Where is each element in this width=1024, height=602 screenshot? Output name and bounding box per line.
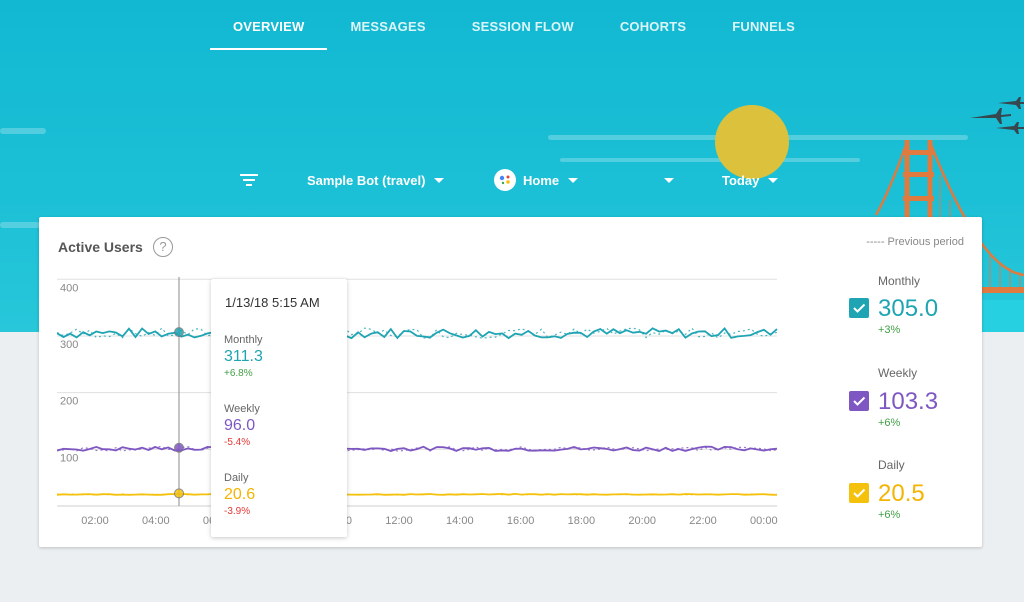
active-users-chart[interactable]: 40030020010002:0004:0006:0008:0010:0012:… — [57, 273, 781, 533]
legend-monthly-value: 305.0 — [878, 295, 939, 322]
tab-overview[interactable]: OVERVIEW — [210, 0, 328, 50]
chevron-down-icon — [664, 177, 674, 183]
date-range-selector[interactable]: Today — [722, 166, 779, 194]
chevron-down-icon — [568, 177, 579, 183]
previous-period-legend: ----- Previous period — [866, 236, 964, 248]
x-tick-label: 12:00 — [385, 515, 413, 527]
top-nav: OVERVIEW MESSAGES SESSION FLOW COHORTS F… — [210, 0, 818, 50]
y-tick-label: 100 — [60, 452, 78, 464]
tab-funnels[interactable]: FUNNELS — [709, 0, 818, 50]
platform-selector-label: Home — [523, 172, 560, 188]
tooltip-daily-change: -3.9% — [224, 506, 251, 517]
chevron-down-icon — [768, 177, 779, 183]
chart-tooltip: 1/13/18 5:15 AM Monthly 311.3 +6.8% Week… — [211, 279, 347, 537]
tooltip-weekly-label: Weekly — [224, 403, 260, 415]
x-tick-label: 18:00 — [568, 515, 596, 527]
tooltip-weekly-change: -5.4% — [224, 437, 251, 448]
legend-daily-label: Daily — [878, 458, 905, 472]
legend-weekly-label: Weekly — [878, 366, 918, 380]
filter-list-icon[interactable] — [240, 166, 258, 194]
tooltip-date: 1/13/18 5:15 AM — [225, 295, 320, 310]
platform-selector[interactable]: Home — [494, 166, 579, 194]
card-title: Active Users — [58, 239, 143, 255]
tooltip-daily-value: 20.6 — [224, 486, 256, 503]
tab-cohorts[interactable]: COHORTS — [597, 0, 709, 50]
date-range-label: Today — [722, 172, 760, 188]
y-tick-label: 400 — [60, 282, 78, 294]
x-tick-label: 00:00 — [750, 515, 778, 527]
series-line — [57, 492, 778, 496]
help-circle-icon[interactable]: ? — [153, 237, 173, 257]
x-tick-label: 04:00 — [142, 515, 170, 527]
x-tick-label: 22:00 — [689, 515, 717, 527]
tooltip-weekly-value: 96.0 — [224, 417, 256, 434]
legend-weekly-change: +6% — [878, 417, 901, 429]
google-assistant-icon — [494, 169, 516, 191]
legend-weekly-value: 103.3 — [878, 388, 939, 415]
y-tick-label: 200 — [60, 396, 78, 408]
hover-marker — [174, 442, 184, 453]
y-tick-label: 300 — [60, 339, 78, 351]
x-tick-label: 20:00 — [628, 515, 656, 527]
hover-marker — [174, 488, 184, 499]
x-tick-label: 02:00 — [81, 515, 109, 527]
tab-session-flow[interactable]: SESSION FLOW — [449, 0, 597, 50]
legend-daily-change: +6% — [878, 509, 901, 521]
weekly-checkbox[interactable] — [849, 391, 869, 411]
hover-marker — [174, 327, 184, 338]
tab-messages[interactable]: MESSAGES — [327, 0, 448, 50]
monthly-checkbox[interactable] — [849, 298, 869, 318]
daily-checkbox[interactable] — [849, 483, 869, 503]
tooltip-daily-label: Daily — [224, 472, 249, 484]
x-tick-label: 14:00 — [446, 515, 474, 527]
bot-selector-label: Sample Bot (travel) — [307, 172, 426, 188]
x-tick-label: 16:00 — [507, 515, 535, 527]
active-users-card: Active Users ? ----- Previous period 400… — [39, 217, 982, 547]
series-line — [57, 326, 778, 340]
legend-monthly-change: +3% — [878, 324, 901, 336]
legend-daily-value: 20.5 — [878, 480, 925, 507]
tooltip-monthly-change: +6.8% — [224, 368, 253, 379]
chevron-down-icon — [434, 177, 445, 183]
bot-selector[interactable]: Sample Bot (travel) — [307, 166, 445, 194]
tooltip-monthly-value: 311.3 — [224, 348, 263, 365]
extra-selector[interactable] — [655, 166, 674, 194]
tooltip-monthly-label: Monthly — [224, 334, 263, 346]
series-line — [57, 445, 778, 452]
legend-monthly-label: Monthly — [878, 274, 921, 288]
